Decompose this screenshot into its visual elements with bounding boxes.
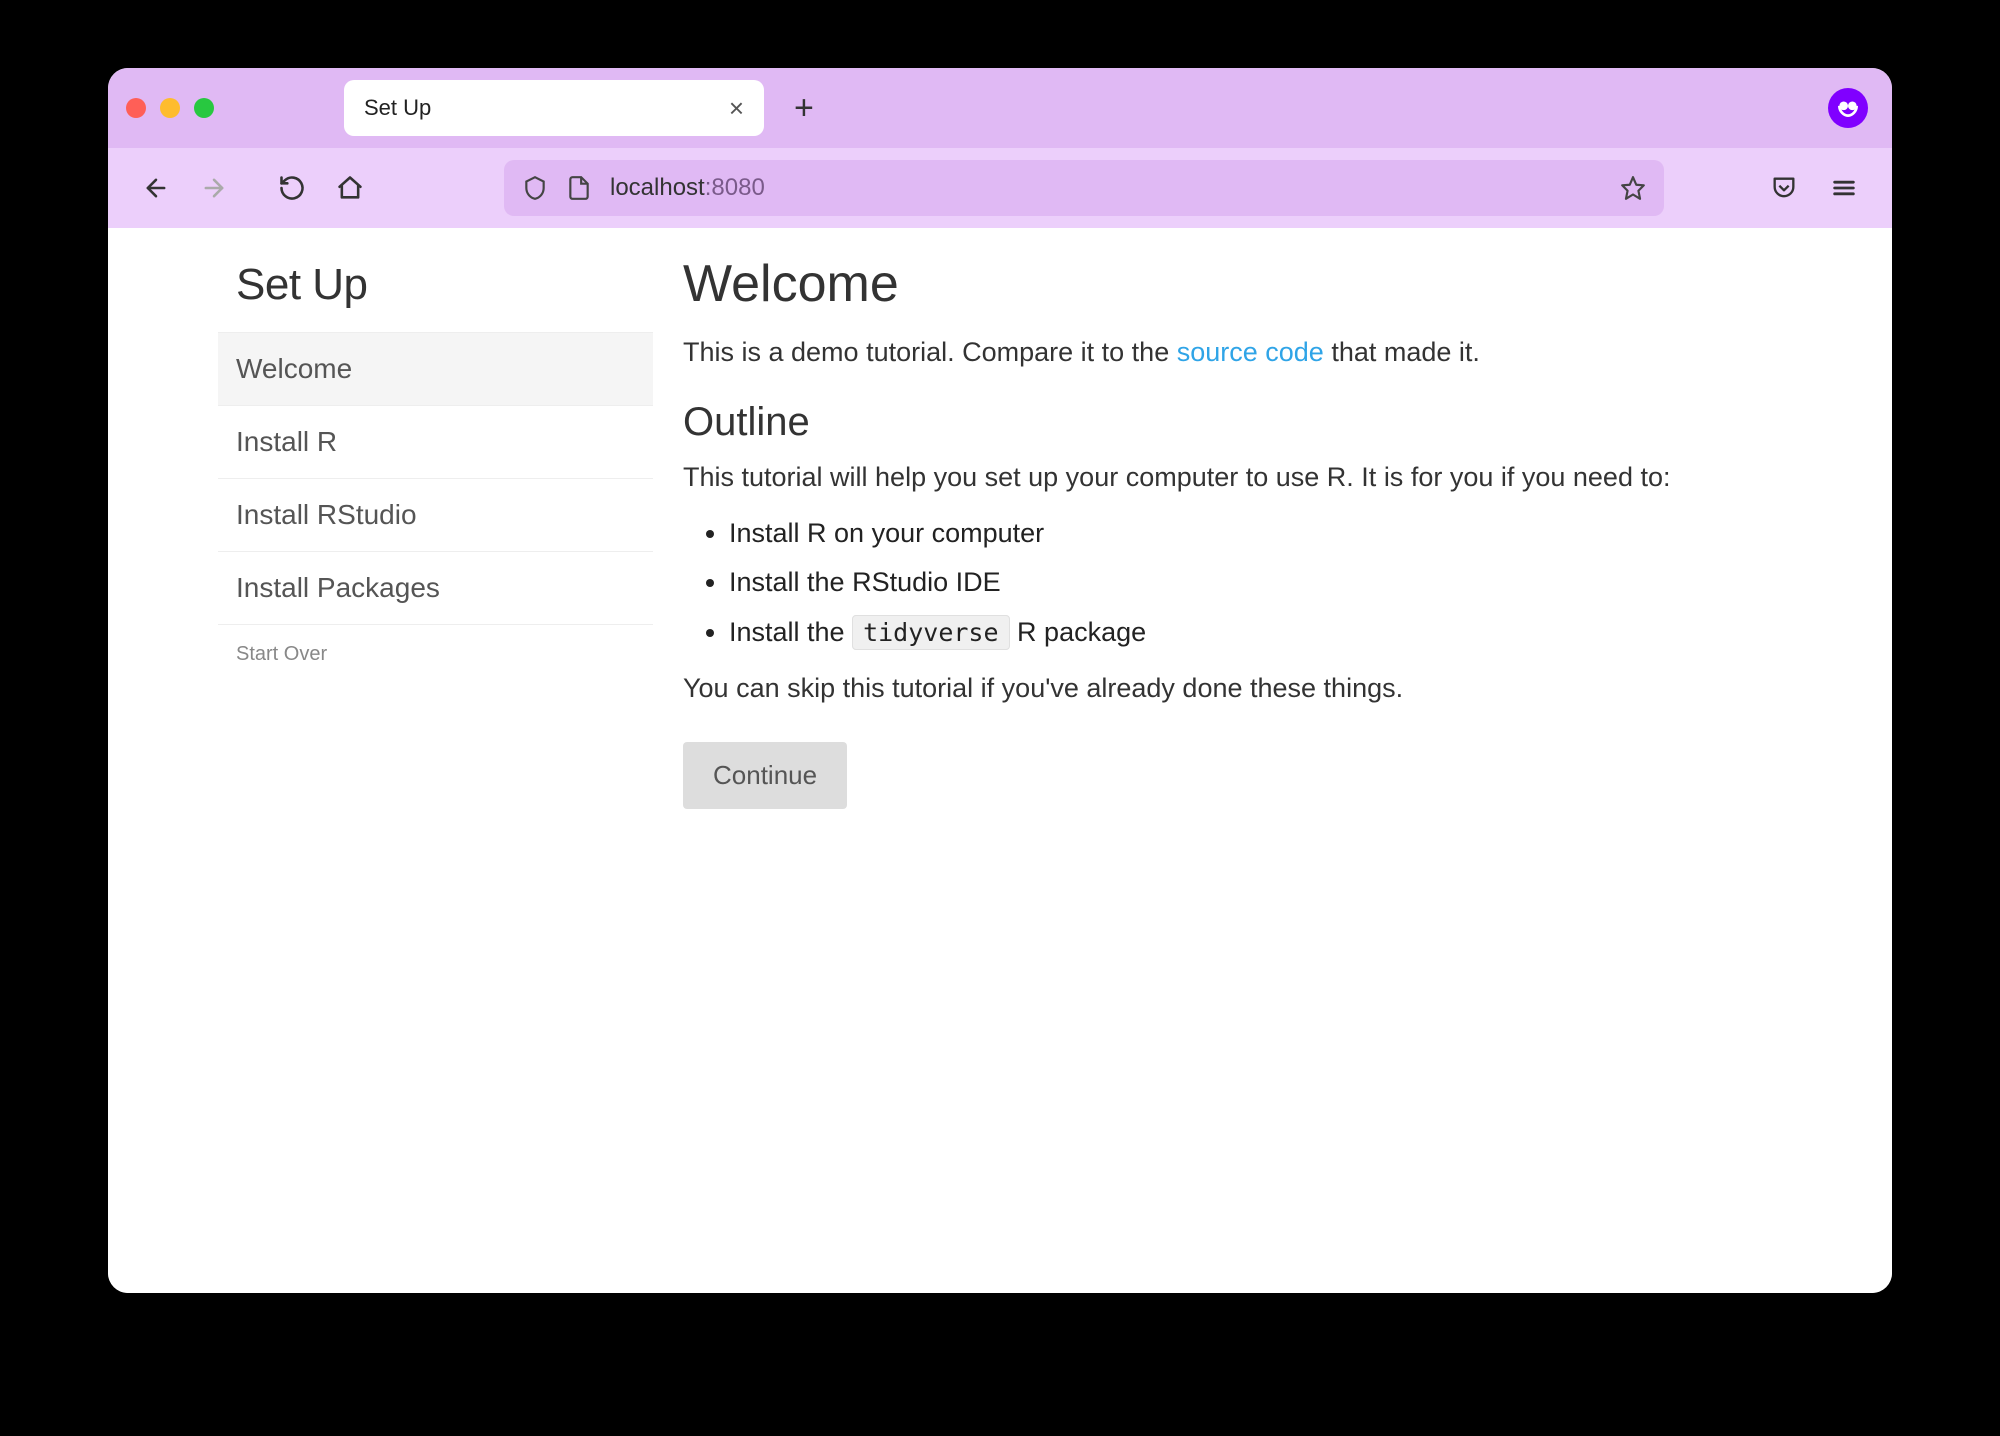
forward-button[interactable] [190, 164, 238, 212]
sidebar-item-install-rstudio[interactable]: Install RStudio [218, 479, 653, 552]
intro-text-before: This is a demo tutorial. Compare it to t… [683, 337, 1177, 367]
address-bar[interactable]: localhost:8080 [504, 160, 1664, 216]
outline-list: Install R on your computer Install the R… [729, 515, 1842, 652]
window-controls [126, 98, 214, 118]
list-item: Install R on your computer [729, 515, 1842, 553]
close-tab-icon[interactable]: × [729, 95, 744, 121]
page-icon [566, 175, 592, 201]
pocket-icon[interactable] [1760, 164, 1808, 212]
list-item: Install the RStudio IDE [729, 564, 1842, 602]
toolbar-right [1760, 164, 1868, 212]
sidebar-item-install-r[interactable]: Install R [218, 406, 653, 479]
bookmark-star-icon[interactable] [1620, 175, 1646, 201]
tab-title: Set Up [364, 95, 431, 121]
bullet3-before: Install the [729, 617, 852, 647]
browser-toolbar: localhost:8080 [108, 148, 1892, 228]
sidebar-nav: Welcome Install R Install RStudio Instal… [218, 332, 653, 625]
page-heading: Welcome [683, 254, 1842, 314]
new-tab-button[interactable]: + [794, 89, 814, 128]
url-text: localhost:8080 [610, 174, 765, 202]
main-content: Welcome This is a demo tutorial. Compare… [653, 248, 1892, 1293]
bullet3-after: R package [1010, 617, 1147, 647]
minimize-window-button[interactable] [160, 98, 180, 118]
sidebar: Set Up Welcome Install R Install RStudio… [108, 248, 653, 1293]
sidebar-item-label: Install Packages [236, 572, 440, 603]
url-port: :8080 [705, 174, 765, 201]
outline-heading: Outline [683, 400, 1842, 445]
source-code-link[interactable]: source code [1177, 337, 1324, 367]
sidebar-item-label: Welcome [236, 353, 352, 384]
reload-button[interactable] [268, 164, 316, 212]
menu-button[interactable] [1820, 164, 1868, 212]
browser-window: Set Up × + localhost:80 [108, 68, 1892, 1293]
page-content: Set Up Welcome Install R Install RStudio… [108, 228, 1892, 1293]
sidebar-item-install-packages[interactable]: Install Packages [218, 552, 653, 625]
code-inline: tidyverse [852, 615, 1009, 650]
intro-paragraph: This is a demo tutorial. Compare it to t… [683, 334, 1842, 372]
sidebar-item-label: Install RStudio [236, 499, 417, 530]
start-over-link[interactable]: Start Over [218, 625, 653, 684]
shield-icon[interactable] [522, 175, 548, 201]
url-host: localhost [610, 174, 705, 201]
extension-icon[interactable] [1828, 88, 1868, 128]
back-button[interactable] [132, 164, 180, 212]
browser-tab[interactable]: Set Up × [344, 80, 764, 136]
skip-text: You can skip this tutorial if you've alr… [683, 670, 1842, 708]
maximize-window-button[interactable] [194, 98, 214, 118]
home-button[interactable] [326, 164, 374, 212]
list-item: Install the tidyverse R package [729, 614, 1842, 652]
browser-tab-bar: Set Up × + [108, 68, 1892, 148]
intro-text-after: that made it. [1324, 337, 1480, 367]
sidebar-item-label: Install R [236, 426, 337, 457]
continue-button[interactable]: Continue [683, 742, 847, 809]
sidebar-item-welcome[interactable]: Welcome [218, 333, 653, 406]
close-window-button[interactable] [126, 98, 146, 118]
outline-intro: This tutorial will help you set up your … [683, 459, 1842, 497]
sidebar-title: Set Up [236, 260, 653, 310]
